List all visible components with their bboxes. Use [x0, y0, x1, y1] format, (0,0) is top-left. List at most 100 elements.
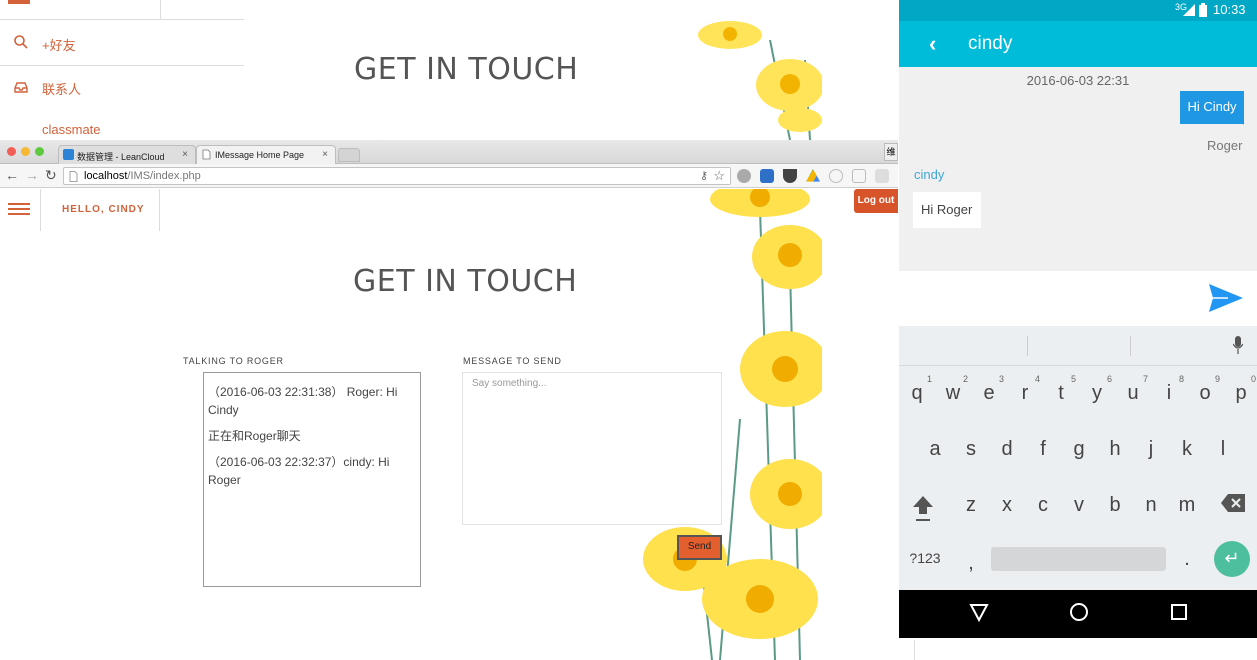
page-title: GET IN TOUCH [353, 264, 578, 299]
page-icon [202, 149, 211, 160]
space-key[interactable] [991, 547, 1166, 571]
period-key[interactable]: . [1172, 548, 1202, 571]
background-page-title: GET IN TOUCH [354, 52, 579, 87]
key-label: e [983, 382, 995, 404]
enter-key-icon[interactable]: ↵ [1214, 541, 1250, 577]
nav-home-icon[interactable] [1069, 602, 1089, 622]
reload-icon[interactable]: ↻ [45, 167, 57, 184]
send-button[interactable]: Send [677, 535, 722, 560]
key-y[interactable]: y6 [1082, 374, 1112, 405]
chat-log-line: （2016-06-03 22:32:37）cindy: Hi Roger [208, 455, 390, 487]
tab-label: 数据管理 - LeanCloud [77, 152, 165, 162]
drive-icon[interactable] [806, 169, 820, 182]
back-arrow-icon[interactable]: ← [5, 167, 19, 183]
search-icon [14, 35, 28, 49]
menu-item-add-friend[interactable]: +好友 [0, 20, 244, 66]
browser-address-bar: ← → ↻ localhost/IMS/index.php ⚷ ☆ [0, 164, 898, 188]
key-d[interactable]: d [992, 438, 1022, 461]
right-tab-stub[interactable]: 维 [884, 143, 898, 161]
key-o[interactable]: o9 [1190, 374, 1220, 405]
key-s[interactable]: s [956, 438, 986, 461]
divider [160, 0, 161, 20]
app-bar: ‹ cindy [899, 21, 1257, 67]
key-p[interactable]: p0 [1226, 374, 1256, 405]
extension-circle-icon[interactable] [829, 169, 843, 183]
soft-keyboard: q1w2e3r4t5y6u7i8o9p0 asdfghjkl zxcvbnm ?… [899, 326, 1257, 590]
shift-key-icon[interactable] [912, 494, 934, 522]
battery-icon [1199, 3, 1207, 17]
extension-badge-icon[interactable] [760, 169, 774, 183]
key-hint: 5 [1070, 374, 1076, 384]
microphone-icon[interactable] [1233, 336, 1243, 354]
chat-log[interactable]: （2016-06-03 22:31:38） Roger: Hi Cindy 正在… [203, 372, 421, 587]
logout-button[interactable]: Log out [854, 189, 898, 213]
web-page: HELLO, CINDY Log out GET IN TOUCH TALKIN… [0, 189, 898, 660]
key-q[interactable]: q1 [902, 374, 932, 405]
send-icon[interactable] [1208, 283, 1244, 313]
key-hint: 3 [998, 374, 1004, 384]
close-tab-icon[interactable]: × [322, 149, 328, 160]
key-label: o [1199, 382, 1211, 404]
symbols-key[interactable]: ?123 [907, 550, 943, 566]
menu-item-label: 联系人 [42, 82, 82, 97]
message-input-row[interactable] [899, 271, 1257, 326]
minimize-window-button[interactable] [21, 147, 30, 156]
menu-item-contacts[interactable]: 联系人 [0, 66, 244, 110]
key-icon[interactable]: ⚷ [700, 169, 708, 182]
screenshot-root: +好友 联系人 classmate GET IN TOUCH 数据管理 - Le… [0, 0, 1257, 660]
incoming-sender-name: cindy [914, 167, 945, 182]
maximize-window-button[interactable] [35, 147, 44, 156]
key-c[interactable]: c [1028, 494, 1058, 517]
tab-leancloud[interactable]: 数据管理 - LeanCloud × [58, 145, 196, 164]
background-menu: +好友 联系人 classmate [0, 0, 244, 140]
forward-arrow-icon[interactable]: → [25, 167, 39, 183]
key-v[interactable]: v [1064, 494, 1094, 517]
page-icon [69, 171, 78, 182]
key-f[interactable]: f [1028, 438, 1058, 461]
key-w[interactable]: w2 [938, 374, 968, 405]
greeting: HELLO, CINDY [62, 204, 145, 215]
key-label: r [1021, 382, 1029, 404]
backspace-key-icon[interactable] [1220, 493, 1246, 513]
tab-imessage-home[interactable]: IMessage Home Page × [196, 145, 336, 164]
key-i[interactable]: i8 [1154, 374, 1184, 405]
url-field[interactable]: localhost/IMS/index.php ⚷ ☆ [63, 167, 731, 185]
key-u[interactable]: u7 [1118, 374, 1148, 405]
android-phone: 3G 10:33 ‹ cindy 2016-06-03 22:31 Hi Cin… [899, 0, 1257, 638]
key-b[interactable]: b [1100, 494, 1130, 517]
key-n[interactable]: n [1136, 494, 1166, 517]
extension-globe-icon[interactable] [737, 169, 751, 183]
back-icon[interactable]: ‹ [929, 31, 936, 57]
close-tab-icon[interactable]: × [182, 149, 188, 160]
close-window-button[interactable] [7, 147, 16, 156]
key-l[interactable]: l [1208, 438, 1238, 461]
message-timestamp: 2016-06-03 22:31 [1026, 73, 1130, 88]
hamburger-menu-icon[interactable] [8, 203, 30, 217]
key-m[interactable]: m [1172, 494, 1202, 517]
key-label: q [911, 382, 923, 404]
key-e[interactable]: e3 [974, 374, 1004, 405]
extension-shield-icon[interactable] [852, 169, 866, 183]
key-g[interactable]: g [1064, 438, 1094, 461]
talking-to-label: TALKING TO ROGER [183, 356, 284, 366]
nav-recents-icon[interactable] [1170, 602, 1188, 622]
key-r[interactable]: r4 [1010, 374, 1040, 405]
key-h[interactable]: h [1100, 438, 1130, 461]
clock: 10:33 [1213, 2, 1246, 17]
key-hint: 2 [962, 374, 968, 384]
key-k[interactable]: k [1172, 438, 1202, 461]
pocket-icon[interactable] [783, 169, 797, 183]
key-x[interactable]: x [992, 494, 1022, 517]
menu-item-classmate[interactable]: classmate [0, 110, 244, 140]
signal-icon [1183, 4, 1195, 16]
key-j[interactable]: j [1136, 438, 1166, 461]
new-tab-button[interactable] [338, 148, 360, 162]
suggestion-strip[interactable] [899, 326, 1257, 366]
key-a[interactable]: a [920, 438, 950, 461]
key-t[interactable]: t5 [1046, 374, 1076, 405]
comma-key[interactable]: , [956, 552, 986, 575]
key-z[interactable]: z [956, 494, 986, 517]
nav-back-icon[interactable] [969, 602, 989, 622]
bookmark-star-icon[interactable]: ☆ [713, 168, 725, 184]
extension-menu-icon[interactable] [875, 169, 889, 183]
